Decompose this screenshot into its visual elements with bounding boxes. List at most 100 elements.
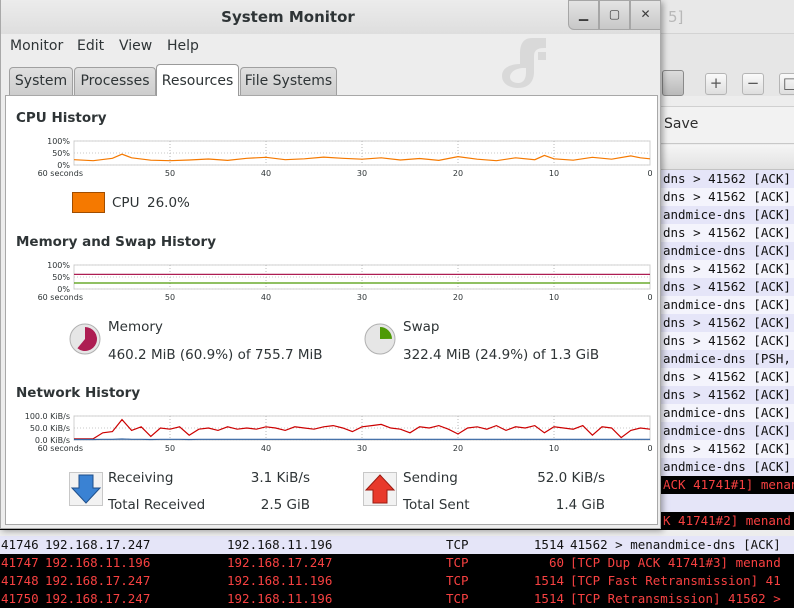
packet-src: 192.168.17.247 <box>45 591 151 606</box>
packet-dst: 192.168.11.196 <box>227 591 333 606</box>
y-tick-label: 100% <box>47 261 70 270</box>
packet-dst: 192.168.11.196 <box>227 537 333 552</box>
receiving-arrow-icon[interactable] <box>69 472 103 506</box>
x-tick-label: 40 <box>261 293 271 302</box>
packet-info: K 41741#2] menand <box>663 513 791 528</box>
background-combo-button[interactable] <box>662 70 684 96</box>
x-tick-label: 40 <box>261 169 271 178</box>
maximize-icon[interactable]: ▢ <box>599 0 630 30</box>
packet-proto: TCP <box>446 555 469 570</box>
sending-arrow-icon[interactable] <box>363 472 397 506</box>
tab-system[interactable]: System <box>9 67 73 95</box>
x-tick-label: 30 <box>357 169 367 178</box>
packet-no: 41750 <box>1 591 39 606</box>
x-tick-label: 20 <box>453 444 463 453</box>
cpu-label: CPU <box>112 195 140 211</box>
x-tick-label: 50 <box>165 169 175 178</box>
packet-row[interactable]: 41746 192.168.17.247 192.168.11.196 TCP 1514… <box>0 536 794 554</box>
close-icon[interactable]: ✕ <box>630 0 660 30</box>
x-tick-label: 0 <box>647 444 652 453</box>
titlebar[interactable]: System Monitor ▁ ▢ ✕ <box>1 0 660 34</box>
x-tick-label: 20 <box>453 293 463 302</box>
zoom-reset-icon[interactable]: □ <box>779 73 794 95</box>
packet-info: andmice-dns [ACK] <box>663 423 791 438</box>
network-history-graph: 100.0 KiB/s50.0 KiB/s0.0 KiB/s60 seconds… <box>25 412 653 453</box>
x-tick-label: 60 seconds <box>38 169 83 178</box>
x-tick-label: 60 seconds <box>38 444 83 453</box>
packet-info: [TCP Retransmission] 41562 > <box>570 591 781 606</box>
tab-resources[interactable]: Resources <box>156 64 239 96</box>
tab-processes[interactable]: Processes <box>74 67 156 95</box>
y-tick-label: 50% <box>52 149 70 158</box>
memory-pie-icon[interactable] <box>68 322 102 356</box>
packet-no: 41747 <box>1 555 39 570</box>
menu-monitor[interactable]: Monitor <box>10 38 63 54</box>
sending-value: 52.0 KiB/s <box>537 470 605 486</box>
x-tick-label: 30 <box>357 293 367 302</box>
packet-info: dns > 41562 [ACK] <box>663 369 791 384</box>
menu-edit[interactable]: Edit <box>77 38 104 54</box>
packet-src: 192.168.17.247 <box>45 537 151 552</box>
memory-history-graph: 100%50%0%60 seconds 50 40 30 20 10 0 <box>38 261 653 302</box>
packet-proto: TCP <box>446 573 469 588</box>
system-monitor-window: System Monitor ▁ ▢ ✕ Monitor Edit View H… <box>0 0 661 529</box>
zoom-in-icon[interactable]: + <box>705 73 727 95</box>
network-history-title: Network History <box>16 385 141 401</box>
memory-history-title: Memory and Swap History <box>16 234 216 250</box>
packet-no: 41746 <box>1 537 39 552</box>
packet-info: dns > 41562 [ACK] <box>663 189 791 204</box>
memory-value: 460.2 MiB (60.9%) of 755.7 MiB <box>108 347 323 363</box>
packet-info: andmice-dns [ACK] <box>663 405 791 420</box>
x-tick-label: 0 <box>647 169 652 178</box>
packet-info: andmice-dns [ACK] <box>663 243 791 258</box>
packet-len: 1514 <box>533 573 564 588</box>
receiving-series-line <box>74 438 650 441</box>
packet-len: 1514 <box>533 537 564 552</box>
packet-dst: 192.168.11.196 <box>227 573 333 588</box>
packet-no: 41748 <box>1 573 39 588</box>
background-title: 5] <box>668 8 684 26</box>
receiving-value: 3.1 KiB/s <box>250 470 310 486</box>
cpu-value: 26.0% <box>147 195 190 211</box>
packet-info: [TCP Fast Retransmission] 41 <box>570 573 781 588</box>
packet-info: 41562 > menandmice-dns [ACK] <box>570 537 781 552</box>
menu-help[interactable]: Help <box>167 38 199 54</box>
save-button[interactable]: Save <box>664 116 698 132</box>
packet-info: [TCP Dup ACK 41741#3] menand <box>570 555 781 570</box>
total-sent-label: Total Sent <box>403 497 470 513</box>
x-tick-label: 0 <box>647 293 652 302</box>
packet-proto: TCP <box>446 591 469 606</box>
menu-view[interactable]: View <box>119 38 152 54</box>
packet-src: 192.168.17.247 <box>45 573 151 588</box>
window-controls: ▁ ▢ ✕ <box>568 0 660 30</box>
zoom-out-icon[interactable]: − <box>742 73 764 95</box>
packet-info: andmice-dns [ACK] <box>663 297 791 312</box>
cpu-color-swatch[interactable] <box>72 192 105 213</box>
tab-file-systems[interactable]: File Systems <box>240 67 337 95</box>
packet-info: andmice-dns [ACK] <box>663 459 791 474</box>
swap-pie-icon[interactable] <box>363 322 397 356</box>
packet-info: dns > 41562 [ACK] <box>663 333 791 348</box>
packet-len: 1514 <box>533 591 564 606</box>
packet-info: dns > 41562 [ACK] <box>663 315 791 330</box>
total-sent-value: 1.4 GiB <box>555 497 605 513</box>
packet-row[interactable]: 41747 192.168.11.196 192.168.17.247 TCP 60 [T… <box>0 554 794 572</box>
x-tick-label: 60 seconds <box>38 293 83 302</box>
window-title: System Monitor <box>221 8 355 26</box>
minimize-icon[interactable]: ▁ <box>568 0 599 30</box>
packet-info: ACK 41741#1] menand <box>663 477 794 492</box>
packet-dst: 192.168.17.247 <box>227 555 333 570</box>
packet-row[interactable]: 41748 192.168.17.247 192.168.11.196 TCP 1514… <box>0 572 794 590</box>
x-tick-label: 10 <box>549 444 559 453</box>
memory-label: Memory <box>108 319 163 335</box>
x-tick-label: 10 <box>549 169 559 178</box>
x-tick-label: 50 <box>165 293 175 302</box>
x-tick-label: 10 <box>549 293 559 302</box>
packet-row[interactable]: 41750 192.168.17.247 192.168.11.196 TCP 1514… <box>0 590 794 608</box>
resources-panel: CPU History 100% 50% 0% 60 seconds 50 40 30 20 1… <box>5 95 658 525</box>
packet-len: 60 <box>548 555 564 570</box>
swap-value: 322.4 MiB (24.9%) of 1.3 GiB <box>403 347 600 363</box>
packet-info: dns > 41562 [ACK] <box>663 279 791 294</box>
total-received-value: 2.5 GiB <box>260 497 310 513</box>
y-tick-label: 50.0 KiB/s <box>30 424 70 433</box>
